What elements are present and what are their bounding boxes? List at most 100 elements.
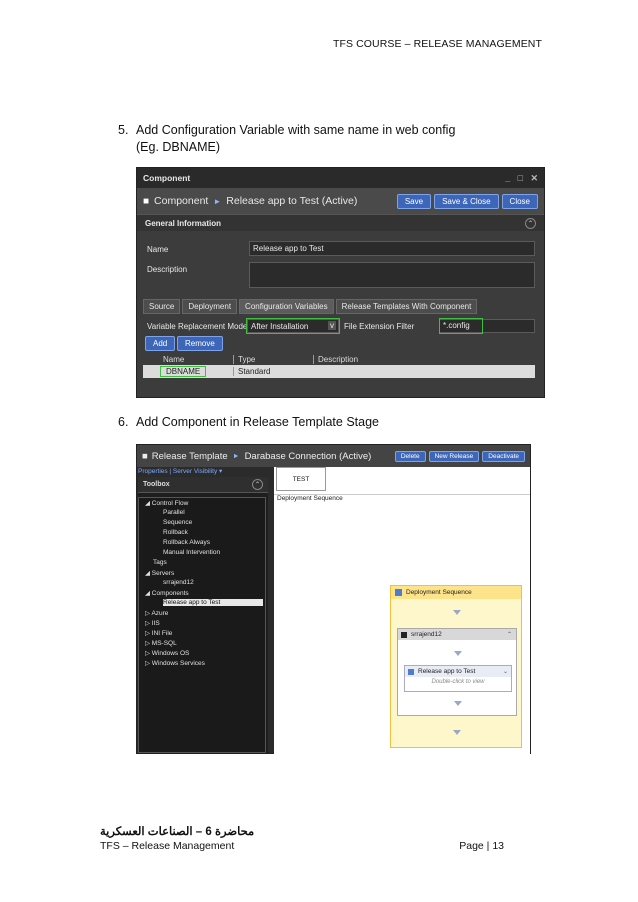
drop-arrow-icon xyxy=(453,730,461,735)
variables-table: Name Type Description DBNAME Standard xyxy=(143,353,535,378)
minimize-icon[interactable]: _ xyxy=(505,173,510,183)
close-button[interactable]: Close xyxy=(501,193,538,209)
footer-arabic: محاضرة 6 – الصناعات العسكرية xyxy=(100,826,255,838)
section-header: General Information ⌃ xyxy=(137,214,544,231)
component-icon: ■ xyxy=(143,195,150,207)
sequence-header: Deployment Sequence xyxy=(391,586,521,599)
sequence-icon xyxy=(395,589,402,596)
tab-bar: Source Deployment Configuration Variable… xyxy=(143,299,478,314)
var-mode-label: Variable Replacement Mode xyxy=(147,322,248,331)
deactivate-button[interactable]: Deactivate xyxy=(482,450,525,462)
component-hint: Double-click to view xyxy=(431,679,485,685)
step-number: 6. xyxy=(118,415,129,429)
stage-tab[interactable]: TEST xyxy=(276,467,326,491)
tree-item[interactable]: Tags xyxy=(153,559,167,566)
file-filter-field[interactable]: *.config xyxy=(439,318,535,334)
breadcrumb-arrow-icon: ► xyxy=(232,452,240,460)
tab-deployment[interactable]: Deployment xyxy=(182,299,238,314)
tab-configuration-variables[interactable]: Configuration Variables xyxy=(239,299,334,314)
step-number: 5. xyxy=(118,123,129,137)
tree-item[interactable]: ▷ INI File xyxy=(145,629,172,637)
component-block[interactable]: Release app to Test ⌄ Double-click to vi… xyxy=(404,665,512,692)
window-title: Component xyxy=(143,173,191,183)
deployment-sequence-label: Deployment Sequence xyxy=(274,494,530,506)
section-title: General Information xyxy=(145,218,222,228)
save-button[interactable]: Save xyxy=(396,193,432,209)
col-name[interactable]: Name xyxy=(143,355,233,364)
server-header: srrajend12 ⌃ xyxy=(398,629,516,640)
cell-name-value: DBNAME xyxy=(159,366,207,377)
tree-item[interactable]: ▷ MS-SQL xyxy=(145,639,177,647)
breadcrumb-current: Release app to Test (Active) xyxy=(226,195,358,207)
drop-arrow-icon xyxy=(453,610,461,615)
tree-item[interactable]: Rollback Always xyxy=(163,539,210,546)
breadcrumb-root[interactable]: Release Template xyxy=(152,451,228,462)
tree-item[interactable]: ▷ Windows Services xyxy=(145,659,205,667)
toolbox-header: Toolbox ⌃ xyxy=(138,477,268,493)
breadcrumb-current: Darabase Connection (Active) xyxy=(244,450,372,462)
footer-left: TFS – Release Management xyxy=(100,840,235,852)
tree-item[interactable]: ◢ Control Flow xyxy=(145,499,188,507)
template-icon: ■ xyxy=(142,450,148,462)
tree-item[interactable]: Parallel xyxy=(163,509,185,516)
tree-item[interactable]: Manual Intervention xyxy=(163,549,220,556)
sequence-title: Deployment Sequence xyxy=(406,589,472,596)
description-label: Description xyxy=(147,265,188,274)
file-filter-value: *.config xyxy=(439,318,483,334)
tree-item[interactable]: ▷ Azure xyxy=(145,609,168,617)
tree-item[interactable]: Rollback xyxy=(163,529,188,536)
breadcrumb: ■ Component ► Release app to Test (Activ… xyxy=(137,188,544,214)
col-type[interactable]: Type xyxy=(233,354,313,364)
breadcrumb-arrow-icon: ► xyxy=(213,196,222,206)
collapse-icon[interactable]: ⌃ xyxy=(252,479,263,490)
table-header: Name Type Description xyxy=(143,353,535,365)
collapse-up-icon[interactable]: ⌃ xyxy=(507,631,512,638)
tree-item[interactable]: ◢ Servers xyxy=(145,569,174,577)
tab-release-templates[interactable]: Release Templates With Component xyxy=(335,299,478,314)
var-mode-value: After Installation xyxy=(251,322,309,331)
tree-item[interactable]: ◢ Components xyxy=(145,589,189,597)
file-filter-label: File Extension Filter xyxy=(344,322,415,331)
designer-canvas: TEST Deployment Sequence Deployment Sequ… xyxy=(274,467,530,754)
maximize-icon[interactable]: □ xyxy=(518,173,523,183)
cell-type[interactable]: Standard xyxy=(233,367,313,376)
component-header: Release app to Test ⌄ xyxy=(405,666,511,677)
drop-arrow-icon xyxy=(454,701,462,706)
col-description[interactable]: Description xyxy=(313,354,535,364)
properties-links[interactable]: Properties | Server Visibility ▾ xyxy=(138,467,222,475)
var-mode-select[interactable]: After Installation v xyxy=(246,318,340,334)
toolbox-tree: ◢ Control Flow Parallel Sequence Rollbac… xyxy=(138,497,266,753)
server-icon xyxy=(401,631,407,638)
server-block[interactable]: srrajend12 ⌃ Release app to Test ⌄ Doubl… xyxy=(397,628,517,716)
tree-item[interactable]: ▷ IIS xyxy=(145,619,160,627)
puzzle-icon xyxy=(408,668,414,675)
window-titlebar: Component _ □ ✕ xyxy=(137,168,544,188)
new-release-button[interactable]: New Release xyxy=(428,450,480,462)
chevron-down-icon[interactable]: v xyxy=(328,321,336,330)
expand-down-icon[interactable]: ⌄ xyxy=(503,668,508,675)
deployment-sequence-box[interactable]: Deployment Sequence srrajend12 ⌃ Release… xyxy=(390,585,522,748)
step-text: Add Configuration Variable with same nam… xyxy=(136,123,456,137)
step-5: 5. Add Configuration Variable with same n… xyxy=(118,122,455,156)
breadcrumb-root[interactable]: Component xyxy=(154,195,208,207)
table-row[interactable]: DBNAME Standard xyxy=(143,365,535,378)
delete-button[interactable]: Delete xyxy=(394,450,426,462)
remove-button[interactable]: Remove xyxy=(177,336,223,351)
tree-item-selected[interactable]: Release app to Test xyxy=(163,599,263,606)
close-icon[interactable]: ✕ xyxy=(530,173,538,183)
save-close-button[interactable]: Save & Close xyxy=(434,193,499,209)
footer-page: Page | 13 xyxy=(459,840,504,852)
add-button[interactable]: Add xyxy=(145,336,176,351)
description-field[interactable] xyxy=(249,262,535,288)
server-name: srrajend12 xyxy=(411,631,442,638)
collapse-icon[interactable]: ⌃ xyxy=(525,217,536,229)
tab-source[interactable]: Source xyxy=(143,299,181,314)
name-field[interactable]: Release app to Test xyxy=(249,241,535,256)
tree-item[interactable]: srrajend12 xyxy=(163,579,194,586)
tree-item[interactable]: ▷ Windows OS xyxy=(145,649,189,657)
tree-item[interactable]: Sequence xyxy=(163,519,192,526)
component-name: Release app to Test xyxy=(418,668,476,675)
cell-name[interactable]: DBNAME xyxy=(143,366,233,377)
release-template-screenshot: ■ Release Template ► Darabase Connection… xyxy=(136,444,531,754)
drop-arrow-icon xyxy=(454,651,462,656)
